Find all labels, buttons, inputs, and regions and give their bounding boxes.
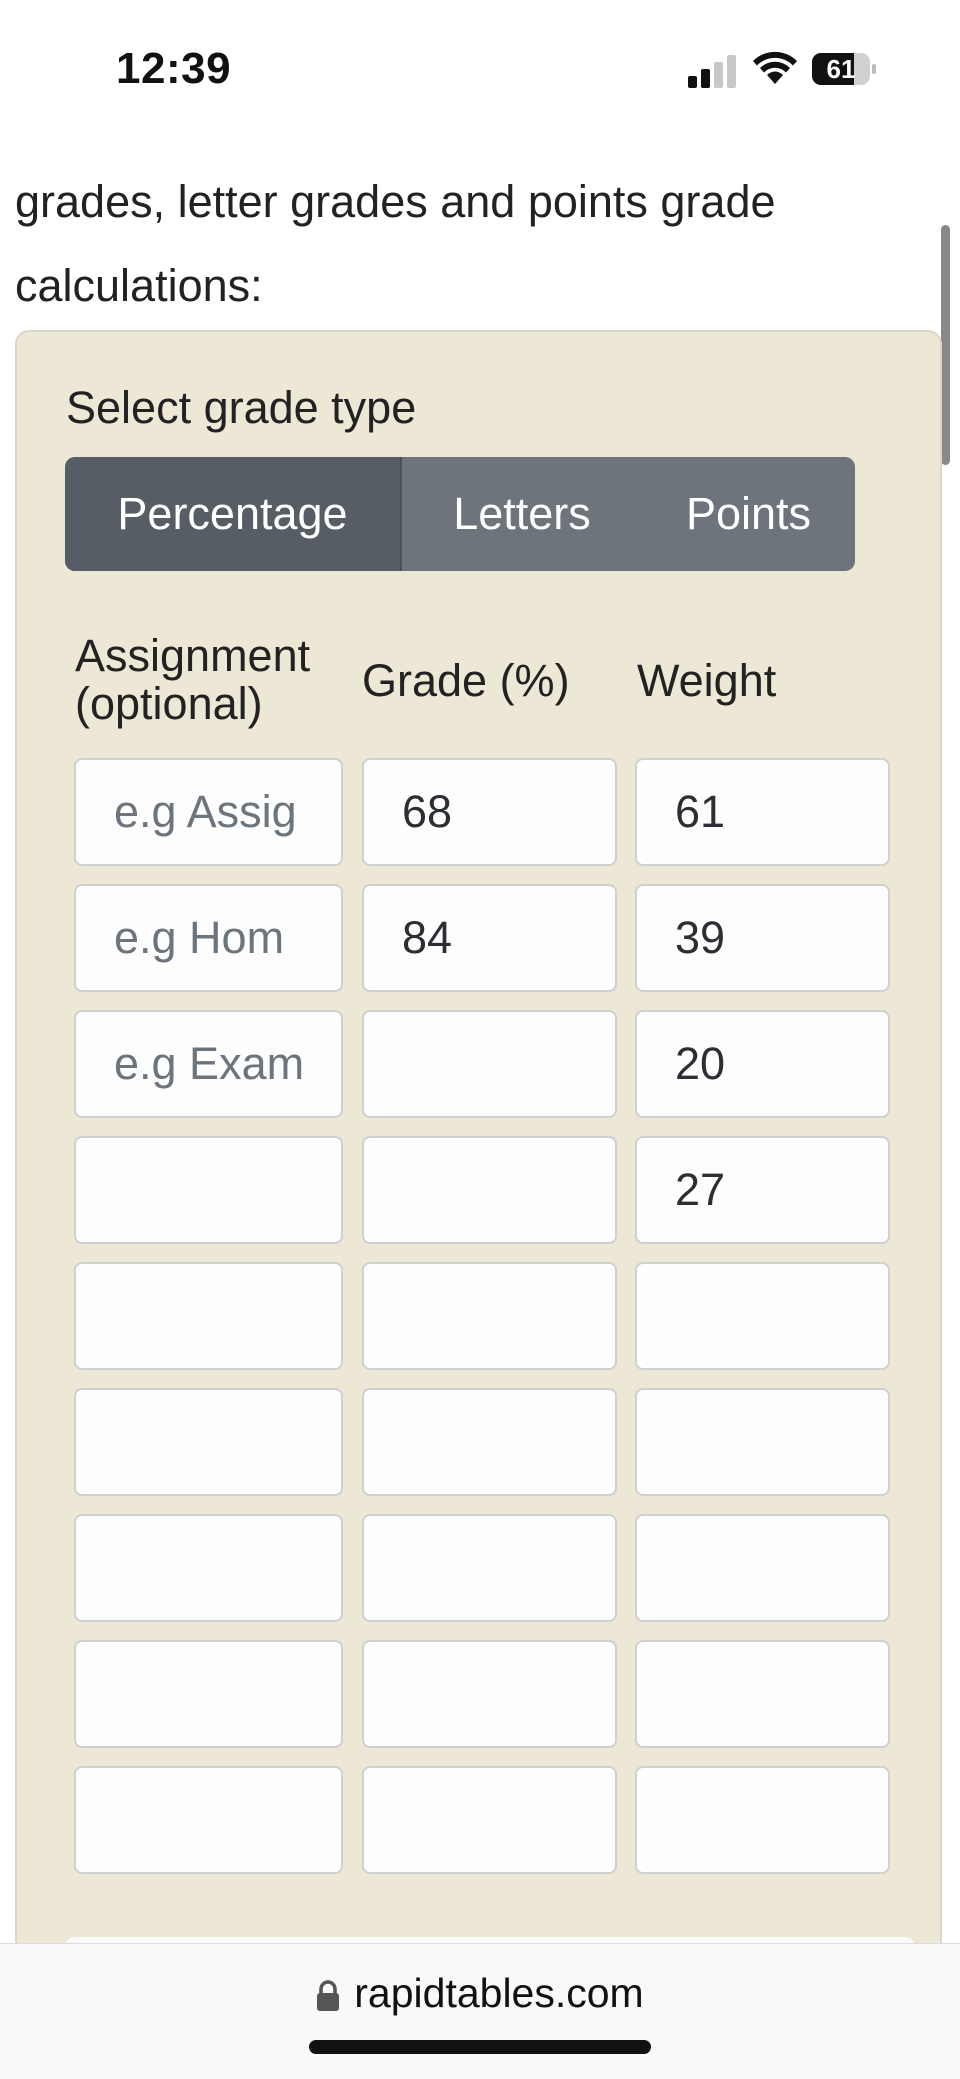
intro-text: grades, letter grades and points grade c… [15,176,776,311]
grade-input[interactable]: 84 [362,884,617,992]
home-indicator[interactable] [309,2040,651,2054]
assignment-input[interactable] [74,1262,343,1370]
weight-input[interactable] [635,1514,890,1622]
status-bar: 12:39 61 [0,0,960,130]
weight-input[interactable] [635,1388,890,1496]
grade-input[interactable] [362,1766,617,1874]
assignment-input[interactable] [74,1640,343,1748]
weight-input[interactable] [635,1640,890,1748]
wifi-icon [753,51,797,84]
grade-input[interactable] [362,1136,617,1244]
select-grade-type-label: Select grade type [66,382,417,433]
grade-type-points-button[interactable]: Points [642,457,855,571]
weight-input[interactable]: 27 [635,1136,890,1244]
grade-input[interactable] [362,1514,617,1622]
weight-input[interactable]: 61 [635,758,890,866]
page-scrollbar[interactable] [941,225,950,465]
weight-input[interactable] [635,1766,890,1874]
assignment-input[interactable]: e.g Exam [74,1010,343,1118]
lock-icon [317,1980,340,2012]
grade-type-selector: Percentage Letters Points [65,457,855,571]
grade-input[interactable]: 68 [362,758,617,866]
assignment-input[interactable] [74,1514,343,1622]
weight-column-header: Weight [637,655,777,706]
url-text: rapidtables.com [354,1970,644,2016]
assignment-input[interactable]: e.g Hom [74,884,343,992]
screen: 12:39 61 grades, letter grades and point… [0,0,960,2079]
weight-input[interactable]: 20 [635,1010,890,1118]
grade-type-percentage-button[interactable]: Percentage [65,457,402,571]
assignment-input[interactable] [74,1766,343,1874]
weight-input[interactable] [635,1262,890,1370]
cellular-signal-icon [688,54,738,88]
grade-type-letters-button[interactable]: Letters [402,457,642,571]
grade-input[interactable] [362,1262,617,1370]
browser-address-bar[interactable]: rapidtables.com [0,1943,960,2079]
assignment-column-header: Assignment (optional) [75,630,311,729]
url-display[interactable]: rapidtables.com [0,1970,960,2017]
assignment-input[interactable] [74,1388,343,1496]
assignment-input[interactable] [74,1136,343,1244]
battery-level: 61 [826,54,856,84]
weight-input[interactable]: 39 [635,884,890,992]
grade-input[interactable] [362,1388,617,1496]
assignment-input[interactable]: e.g Assig [74,758,343,866]
grade-input[interactable] [362,1640,617,1748]
grade-input[interactable] [362,1010,617,1118]
status-time: 12:39 [116,44,232,93]
grade-column-header: Grade (%) [362,655,570,706]
grade-calculator-panel: Select grade type Percentage Letters Poi… [15,330,942,2079]
